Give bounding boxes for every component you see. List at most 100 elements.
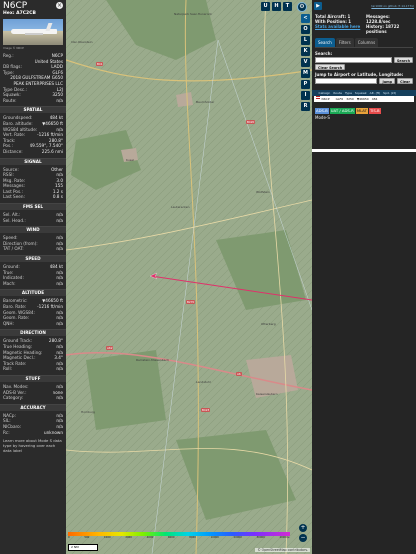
table-cell: GLF6 xyxy=(335,97,344,101)
map-canvas xyxy=(66,0,312,554)
info-label: Reg.: xyxy=(3,53,14,58)
toolbar-button-p[interactable]: P xyxy=(301,80,310,89)
map-attribution[interactable]: © OpenStreetMap contributors. xyxy=(255,548,310,552)
photo-wing xyxy=(25,33,43,35)
jump-row: Jump Clear xyxy=(315,78,413,84)
section-speed: SPEED xyxy=(0,255,66,263)
map-label: Kaiserslautern xyxy=(256,392,278,396)
table-cell: 484 xyxy=(371,97,378,101)
toolbar-button-collapse[interactable]: < xyxy=(301,14,310,23)
settings-gear-icon[interactable]: ⚙ xyxy=(297,2,307,12)
section-fms: FMS SEL xyxy=(0,203,66,211)
toolbar-button-v[interactable]: V xyxy=(301,58,310,67)
info-row: Last Seen: 0.8 s xyxy=(0,194,66,200)
hex-code[interactable]: A7C2CB xyxy=(16,11,36,16)
jump-label: Jump to Airport or Latitude, Longitude: xyxy=(315,72,404,77)
section-spatial: SPATIAL xyxy=(0,106,66,114)
collapse-arrow-icon[interactable]: ▶ xyxy=(314,2,322,10)
stats-block: Total Aircraft: 1 With Position: 1 Stats… xyxy=(312,10,416,34)
clear-jump-button[interactable]: Clear xyxy=(397,78,413,84)
info-row: Route: n/a xyxy=(0,98,66,104)
stats-right: Messages: 1228.8/sec History: 18722 posi… xyxy=(366,14,413,34)
toolbar-button-m[interactable]: M xyxy=(301,69,310,78)
stats-link[interactable]: Stats available here xyxy=(315,24,362,29)
table-cell: N6CP xyxy=(321,97,330,101)
vertical-toolbar: < O L K V M P I R xyxy=(299,14,312,111)
legend-modes: Mode-S xyxy=(315,115,330,120)
altitude-colorbar: 0 500 1000 2000 4000 6000 8000 10000 20000 30000 4… xyxy=(68,532,290,540)
road-tag: A62 xyxy=(106,346,114,350)
button-h[interactable]: H xyxy=(272,2,281,11)
tab-filters[interactable]: Filters xyxy=(335,38,354,47)
colorbar-tick: 40000+ xyxy=(279,536,290,539)
fms-block: Sel. Alt.: n/a Sel. Head.: n/a xyxy=(0,212,66,223)
search-button[interactable]: Search xyxy=(393,57,413,63)
toolbar-button-k[interactable]: K xyxy=(301,47,310,56)
search-area: Search: Search Clear Search Jump to Airp… xyxy=(312,48,416,84)
road-tag: B420 xyxy=(246,120,256,124)
tab-columns[interactable]: Columns xyxy=(354,38,379,47)
spatial-block: Groundspeed: 484 kt Baro. altitude: ▼46650 … xyxy=(0,115,66,154)
colorbar-tick: 6000 xyxy=(167,536,175,539)
colorbar-tick: 30000 xyxy=(256,536,265,539)
map-label: Wolfstein xyxy=(256,190,270,194)
info-label: Roll: xyxy=(3,366,13,372)
table-cell: 3250 xyxy=(346,97,354,101)
clear-row: Clear Search xyxy=(315,64,413,70)
column-header[interactable]: Spd. (kt) xyxy=(382,90,398,96)
wind-block: Speed: n/a Direction (from): n/a TAT / OAT: n… xyxy=(0,235,66,252)
list-scroll-area xyxy=(312,149,416,152)
aircraft-photo[interactable] xyxy=(3,19,63,45)
toolbar-button-l[interactable]: L xyxy=(301,36,310,45)
registration-title: N6CP xyxy=(3,1,28,11)
road-tag: B270 xyxy=(186,300,196,304)
info-label: Mach: xyxy=(3,280,16,286)
tab-search[interactable]: Search xyxy=(315,38,335,47)
colorbar-tick: 2000 xyxy=(125,536,132,539)
map-label: Baumholder xyxy=(196,100,215,104)
section-direction: DIRECTION xyxy=(0,329,66,337)
toolbar-button-o[interactable]: O xyxy=(301,25,310,34)
hex-line: Hex: A7C2CB xyxy=(3,11,64,16)
source-legend: ADS-B UAT / ADS-R MLAT TIS-B xyxy=(315,108,413,114)
info-label: Route: xyxy=(3,97,17,103)
info-label: Sel. Head.: xyxy=(3,217,26,223)
info-label: Rc: xyxy=(3,429,10,435)
legend-uat: UAT / ADS-R xyxy=(329,108,355,114)
close-icon[interactable]: × xyxy=(56,2,63,9)
tar1090-app: N6CP Hex: A7C2CB × Image © N6CP Reg.: N6C… xyxy=(0,0,416,554)
button-t[interactable]: T xyxy=(283,2,292,11)
toolbar-button-i[interactable]: I xyxy=(301,91,310,100)
zoom-out-button[interactable]: − xyxy=(299,534,307,542)
zoom-in-button[interactable]: + xyxy=(299,524,307,532)
map-label: Naturpark Saar-Hunsrück xyxy=(174,12,212,16)
jump-button[interactable]: Jump xyxy=(379,78,396,84)
info-row: TAT / OAT: n/a xyxy=(0,246,66,252)
toolbar-button-r[interactable]: R xyxy=(301,102,310,111)
jump-input[interactable] xyxy=(315,78,378,84)
help-text: Learn more about Mode S data type by hov… xyxy=(3,438,62,454)
hex-label: Hex: xyxy=(3,11,15,16)
version-link[interactable]: tar1090 on github (7.14.1771) xyxy=(371,4,414,8)
aircraft-list-panel: ▶ tar1090 on github (7.14.1771) Total Ai… xyxy=(312,0,416,554)
info-label: Category: xyxy=(3,395,24,401)
colorbar-tick: 10000 xyxy=(210,536,219,539)
scale-bar: 2 NM xyxy=(68,544,98,551)
stuff-block: Nav. Modes: n/a ADS-B Ver.: none Category: n/… xyxy=(0,384,66,401)
search-input[interactable] xyxy=(315,57,392,63)
info-row: Sel. Head.: n/a xyxy=(0,218,66,224)
info-label: QNH: xyxy=(3,320,14,326)
speed-block: Ground: 484 kt True: n/a Indicated: n/a Mach: n… xyxy=(0,264,66,286)
button-u[interactable]: U xyxy=(261,2,270,11)
info-value: n/a xyxy=(56,280,63,286)
table-row[interactable]: N6CP GLF6 3250 ▼46650 484 xyxy=(314,96,414,102)
info-value: n/a xyxy=(56,246,63,252)
clear-search-button[interactable]: Clear Search xyxy=(315,64,346,70)
colorbar-tick: 500 xyxy=(84,536,90,539)
details-block: Reg.: N6CP United States DB flags: LADD Type:… xyxy=(0,53,66,103)
map-view[interactable]: Naturpark Saar-Hunsrück Kusel Kaiserslau… xyxy=(66,0,312,554)
map-label: Kusel xyxy=(126,158,134,162)
map-label: Lauterecken xyxy=(171,205,190,209)
accuracy-block: NACp: n/a SIL: n/a NICbaro: n/a Rc: unknown xyxy=(0,413,66,435)
legend-mlat: MLAT xyxy=(355,108,368,114)
